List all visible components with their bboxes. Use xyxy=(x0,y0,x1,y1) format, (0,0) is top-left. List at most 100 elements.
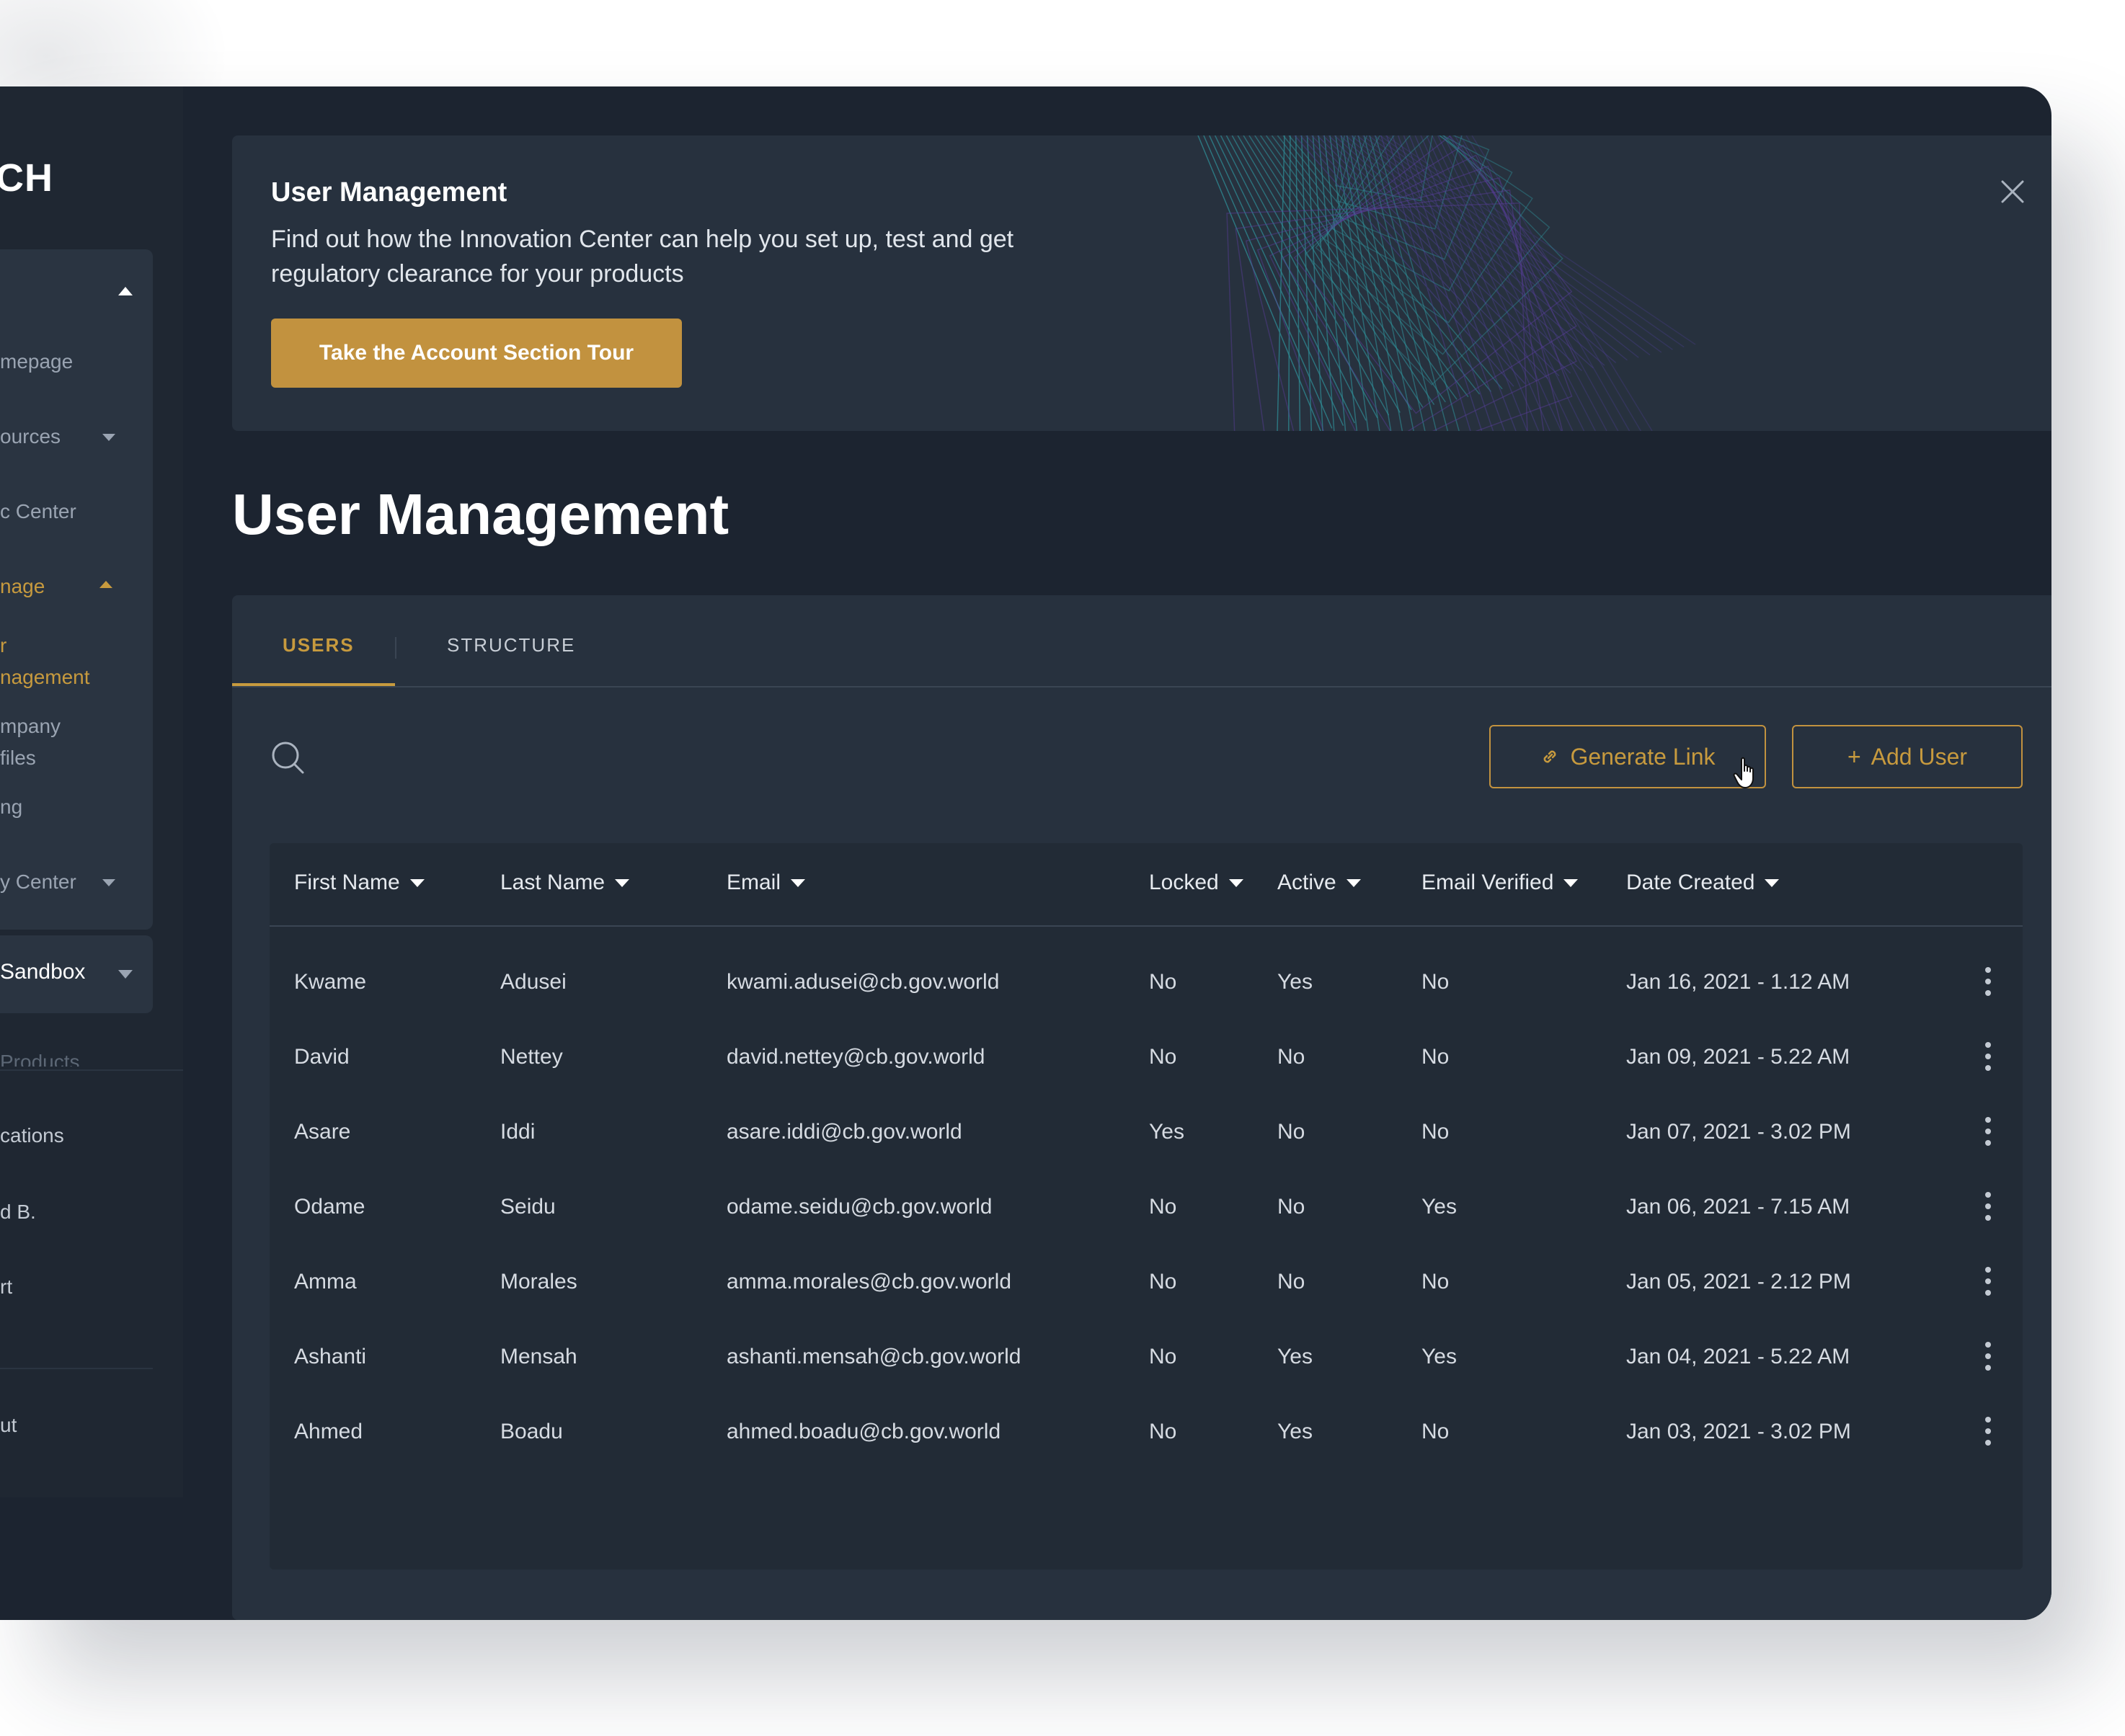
sidebar-item-support[interactable]: rt xyxy=(0,1276,12,1299)
cell-email-verified: No xyxy=(1421,1120,1450,1144)
sidebar-item-company-profiles-line1[interactable]: mpany xyxy=(0,715,61,738)
cell-first-name: David xyxy=(294,1045,350,1069)
sidebar-item-homepage[interactable]: mepage xyxy=(0,350,73,373)
cell-last-name: Morales xyxy=(500,1270,577,1294)
cell-first-name: Ashanti xyxy=(294,1345,367,1368)
sidebar: CH mepage ources c Center nage r nagemen… xyxy=(0,86,183,1497)
page-title: User Management xyxy=(232,482,729,546)
cell-active: Yes xyxy=(1277,1345,1313,1368)
cell-email-verified: No xyxy=(1421,1270,1450,1294)
more-options-icon[interactable] xyxy=(1982,1415,1994,1447)
column-header-last-name[interactable]: Last Name xyxy=(500,871,630,895)
cell-locked: No xyxy=(1149,1345,1177,1368)
cell-first-name: Asare xyxy=(294,1120,351,1144)
sidebar-item-company-profiles-line2[interactable]: files xyxy=(0,747,36,770)
divider xyxy=(0,1069,183,1071)
tab-structure[interactable]: STRUCTURE xyxy=(447,634,575,656)
sort-caret-icon xyxy=(1765,878,1780,887)
header-label: Locked xyxy=(1149,871,1219,894)
cell-email: asare.iddi@cb.gov.world xyxy=(727,1120,962,1144)
header-label: Date Created xyxy=(1626,871,1755,894)
sort-caret-icon xyxy=(409,878,425,887)
cell-active: No xyxy=(1277,1270,1305,1294)
sidebar-item-notifications[interactable]: cations xyxy=(0,1124,64,1147)
cell-last-name: Nettey xyxy=(500,1045,563,1069)
column-header-email-verified[interactable]: Email Verified xyxy=(1421,871,1579,895)
more-options-icon[interactable] xyxy=(1982,1190,1994,1222)
cell-email: kwami.adusei@cb.gov.world xyxy=(727,970,1000,994)
table-row[interactable]: David Nettey david.nettey@cb.gov.world No No… xyxy=(270,1019,2023,1094)
cell-email-verified: No xyxy=(1421,1045,1450,1069)
cell-first-name: Odame xyxy=(294,1195,365,1219)
cell-locked: No xyxy=(1149,1420,1177,1443)
sidebar-item-user-profile[interactable]: d B. xyxy=(0,1201,36,1224)
intro-banner: User Management Find out how the Innovat… xyxy=(232,135,2051,431)
cell-date-created: Jan 06, 2021 - 7.15 AM xyxy=(1626,1195,1850,1219)
users-table: First Name Last Name Email Locked Active… xyxy=(270,843,2023,1570)
cell-last-name: Mensah xyxy=(500,1345,577,1368)
table-row[interactable]: Kwame Adusei kwami.adusei@cb.gov.world No Ye… xyxy=(270,944,2023,1019)
table-row[interactable]: Amma Morales amma.morales@cb.gov.world No No… xyxy=(270,1244,2023,1319)
sort-caret-icon xyxy=(1563,878,1579,887)
table-row[interactable]: Odame Seidu odame.seidu@cb.gov.world No No Ye… xyxy=(270,1169,2023,1244)
cell-email: ahmed.boadu@cb.gov.world xyxy=(727,1420,1001,1443)
column-header-date-created[interactable]: Date Created xyxy=(1626,871,1780,895)
table-row[interactable]: Asare Iddi asare.iddi@cb.gov.world Yes No No J… xyxy=(270,1094,2023,1169)
more-options-icon[interactable] xyxy=(1982,1041,1994,1072)
table-row[interactable]: Ashanti Mensah ashanti.mensah@cb.gov.world… xyxy=(270,1319,2023,1394)
close-icon[interactable] xyxy=(1997,176,2028,208)
generate-link-button[interactable]: Generate Link xyxy=(1489,725,1766,788)
sidebar-item-center[interactable]: c Center xyxy=(0,500,76,523)
search-icon[interactable] xyxy=(270,739,306,775)
brand-logo: CH xyxy=(0,156,53,200)
sidebar-item-billing[interactable]: ng xyxy=(0,796,22,819)
sort-caret-icon xyxy=(615,878,630,887)
cell-email-verified: No xyxy=(1421,1420,1450,1443)
column-header-email[interactable]: Email xyxy=(727,871,806,895)
collapse-icon[interactable] xyxy=(118,287,133,295)
sidebar-item-logout[interactable]: ut xyxy=(0,1414,17,1437)
sort-caret-icon xyxy=(1346,878,1361,887)
cell-email: odame.seidu@cb.gov.world xyxy=(727,1195,993,1219)
column-header-active[interactable]: Active xyxy=(1277,871,1361,895)
cell-date-created: Jan 03, 2021 - 3.02 PM xyxy=(1626,1420,1851,1443)
sidebar-item-resources[interactable]: ources xyxy=(0,425,61,448)
more-options-icon[interactable] xyxy=(1982,1116,1994,1147)
hand-cursor-icon xyxy=(1733,757,1754,788)
more-options-icon[interactable] xyxy=(1982,1340,1994,1372)
cell-email-verified: Yes xyxy=(1421,1345,1457,1368)
table-header-divider xyxy=(270,925,2023,927)
cell-date-created: Jan 16, 2021 - 1.12 AM xyxy=(1626,970,1850,994)
cell-email-verified: Yes xyxy=(1421,1195,1457,1219)
sidebar-item-user-management-line2[interactable]: nagement xyxy=(0,666,90,689)
cell-locked: No xyxy=(1149,1195,1177,1219)
cell-locked: Yes xyxy=(1149,1120,1184,1144)
more-options-icon[interactable] xyxy=(1982,1265,1994,1297)
column-header-locked[interactable]: Locked xyxy=(1149,871,1243,895)
more-options-icon[interactable] xyxy=(1982,966,1994,997)
cell-first-name: Amma xyxy=(294,1270,357,1294)
table-row[interactable]: Ahmed Boadu ahmed.boadu@cb.gov.world No Yes N… xyxy=(270,1394,2023,1469)
header-label: Last Name xyxy=(500,871,605,894)
decorative-pattern xyxy=(1197,135,1696,431)
take-tour-button[interactable]: Take the Account Section Tour xyxy=(271,319,682,388)
cell-email: ashanti.mensah@cb.gov.world xyxy=(727,1345,1021,1368)
cell-locked: No xyxy=(1149,970,1177,994)
column-header-first-name[interactable]: First Name xyxy=(294,871,425,895)
add-user-button[interactable]: + Add User xyxy=(1792,725,2023,788)
chevron-down-icon[interactable] xyxy=(118,970,133,979)
chevron-up-icon[interactable] xyxy=(99,581,112,588)
sidebar-sandbox[interactable]: Sandbox xyxy=(0,935,153,1013)
sidebar-item-products[interactable]: Products xyxy=(0,1051,80,1067)
tabs-divider xyxy=(232,686,2051,687)
sidebar-item-manage[interactable]: nage xyxy=(0,575,45,598)
sidebar-item-help-center[interactable]: y Center xyxy=(0,871,76,894)
sidebar-item-user-management-line1[interactable]: r xyxy=(0,634,6,657)
cell-active: Yes xyxy=(1277,970,1313,994)
cell-first-name: Ahmed xyxy=(294,1420,363,1443)
chevron-down-icon[interactable] xyxy=(102,879,115,886)
chevron-down-icon[interactable] xyxy=(102,434,115,441)
header-label: Email xyxy=(727,871,781,894)
cell-active: No xyxy=(1277,1195,1305,1219)
tab-users[interactable]: USERS xyxy=(283,634,355,656)
